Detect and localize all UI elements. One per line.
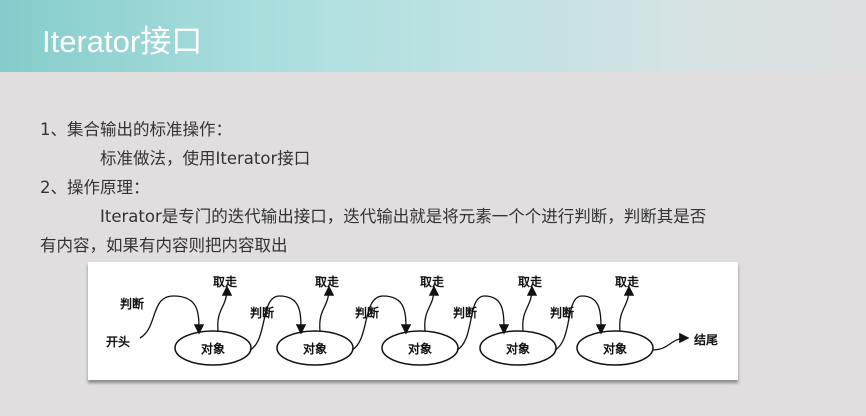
judge-label: 判断 [550, 305, 574, 320]
slide-title: Iterator接口 [42, 24, 203, 59]
judge-arrow [139, 295, 205, 339]
judge-label: 判断 [120, 296, 144, 311]
take-arrow [522, 285, 538, 332]
point-2: 2、操作原理： [40, 178, 150, 197]
object-label: 对象 [603, 341, 627, 356]
slide-header: Iterator接口 [0, 0, 866, 72]
take-label: 取走 [420, 274, 444, 289]
take-arrow [424, 285, 440, 332]
point-1-detail: 标准做法，使用Iterator接口 [100, 149, 311, 168]
take-label: 取走 [615, 274, 639, 289]
judge-label: 判断 [250, 305, 274, 320]
take-label: 取走 [213, 274, 237, 289]
judge-label: 判断 [355, 305, 379, 320]
point-2-detail-cont: 有内容，如果有内容则把内容取出 [40, 236, 288, 255]
iterator-diagram: 开头 结尾 对象 取走判断对象 取走判断对象 取走判断对象 取走判断对象 取走判断 [88, 262, 738, 380]
end-arrow [651, 332, 690, 351]
take-arrow [619, 285, 635, 332]
point-1: 1、集合输出的标准操作： [40, 120, 232, 139]
object-label: 对象 [506, 341, 530, 356]
take-arrow [217, 285, 233, 332]
judge-label: 判断 [453, 305, 477, 320]
point-2-detail: Iterator是专门的迭代输出接口，迭代输出就是将元素一个个进行判断，判断其是… [100, 207, 707, 226]
take-arrow [319, 285, 335, 332]
take-label: 取走 [518, 274, 542, 289]
take-label: 取走 [315, 274, 339, 289]
start-label: 开头 [106, 334, 130, 349]
end-label: 结尾 [694, 332, 718, 347]
object-label: 对象 [408, 341, 432, 356]
iterator-flow-svg: 开头 结尾 对象 取走判断对象 取走判断对象 取走判断对象 取走判断对象 取走判断 [106, 274, 718, 366]
object-label: 对象 [303, 341, 327, 356]
object-label: 对象 [201, 341, 225, 356]
